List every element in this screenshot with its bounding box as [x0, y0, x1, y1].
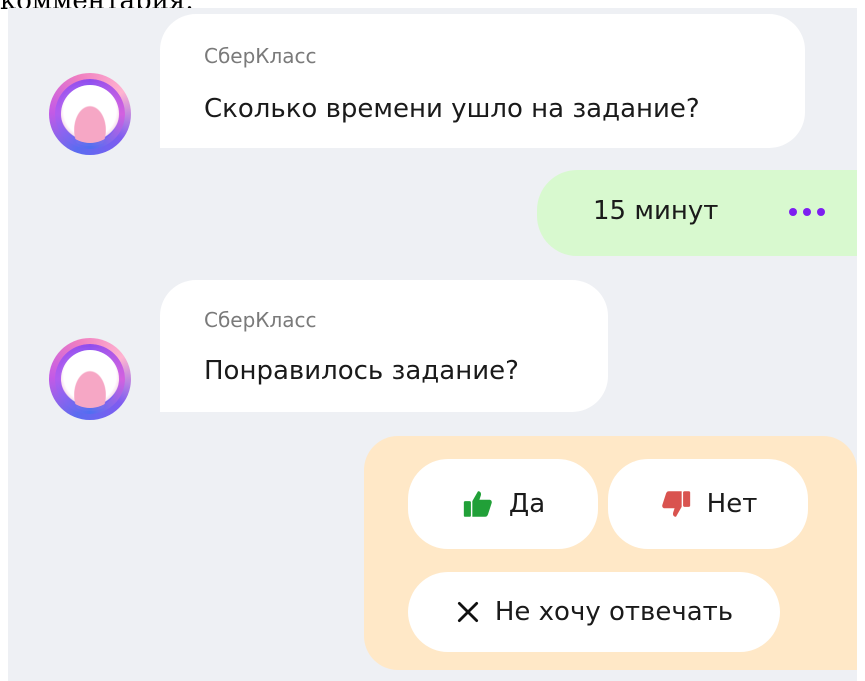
yes-button[interactable]: Да — [408, 459, 598, 549]
user-message-bubble[interactable]: 15 минут — [537, 170, 857, 256]
thumbs-up-icon — [463, 491, 492, 517]
skip-label: Не хочу отвечать — [494, 597, 734, 627]
no-label: Нет — [706, 489, 758, 519]
skip-button[interactable]: Не хочу отвечать — [408, 572, 780, 652]
bot-avatar-icon — [49, 73, 131, 155]
no-button[interactable]: Нет — [608, 459, 808, 549]
bot-message-text: Понравилось задание? — [204, 356, 519, 386]
bot-sender-name: СберКласс — [204, 308, 317, 332]
bot-avatar-icon — [49, 338, 131, 420]
user-message-text: 15 минут — [593, 196, 719, 226]
more-dots-icon[interactable] — [789, 208, 825, 216]
quick-replies-panel: Да Нет Не хочу отвечать — [364, 436, 857, 670]
chat-area: СберКласс Сколько времени ушло на задани… — [8, 8, 857, 681]
bot-sender-name: СберКласс — [204, 44, 317, 68]
bot-message-text: Сколько времени ушло на задание? — [204, 94, 700, 124]
yes-label: Да — [508, 489, 546, 519]
bot-message-bubble: СберКласс Сколько времени ушло на задани… — [160, 14, 805, 148]
bot-message-bubble: СберКласс Понравилось задание? — [160, 280, 608, 412]
thumbs-down-icon — [661, 491, 690, 517]
close-icon — [457, 601, 478, 623]
